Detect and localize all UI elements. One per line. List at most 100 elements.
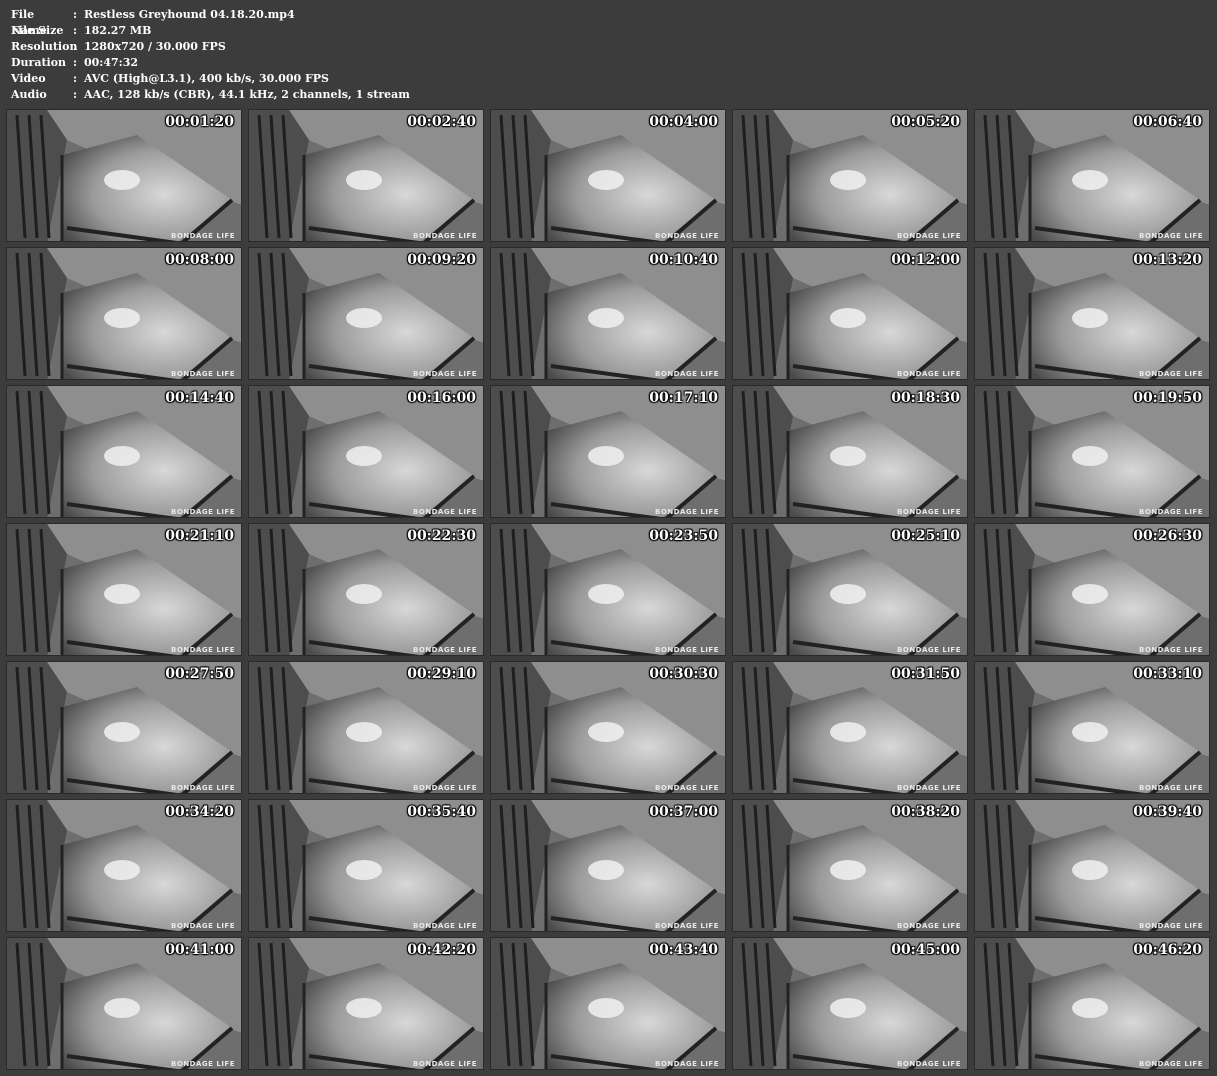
info-label: Resolution [11,40,78,53]
watermark-logo: BONDAGE LIFE [171,232,235,240]
thumbnail-frame: 00:37:00 BONDAGE LIFE [490,799,726,932]
thumbnail-timestamp: 00:26:30 [1133,528,1202,544]
thumbnail-timestamp: 00:19:50 [1133,390,1202,406]
info-label: Duration [11,56,67,69]
thumbnail-frame: 00:38:20 BONDAGE LIFE [732,799,968,932]
watermark-logo: BONDAGE LIFE [655,922,719,930]
thumbnail-frame: 00:42:20 BONDAGE LIFE [248,937,484,1070]
watermark-logo: BONDAGE LIFE [897,232,961,240]
watermark-logo: BONDAGE LIFE [1139,1060,1203,1068]
thumbnail-timestamp: 00:17:10 [649,390,718,406]
thumbnail-frame: 00:26:30 BONDAGE LIFE [974,523,1210,656]
info-value: 00:47:32 [84,56,139,69]
thumbnail-timestamp: 00:33:10 [1133,666,1202,682]
thumbnail-timestamp: 00:38:20 [891,804,960,820]
thumbnail-frame: 00:25:10 BONDAGE LIFE [732,523,968,656]
thumbnail-frame: 00:09:20 BONDAGE LIFE [248,247,484,380]
watermark-logo: BONDAGE LIFE [1139,508,1203,516]
thumbnail-frame: 00:34:20 BONDAGE LIFE [6,799,242,932]
info-separator: : [73,72,78,85]
thumbnail-frame: 00:46:20 BONDAGE LIFE [974,937,1210,1070]
thumbnail-frame: 00:13:20 BONDAGE LIFE [974,247,1210,380]
thumbnail-frame: 00:43:40 BONDAGE LIFE [490,937,726,1070]
watermark-logo: BONDAGE LIFE [1139,646,1203,654]
thumbnail-frame: 00:33:10 BONDAGE LIFE [974,661,1210,794]
info-value: 1280x720 / 30.000 FPS [84,40,226,53]
info-label: Audio [11,88,47,101]
thumbnail-frame: 00:14:40 BONDAGE LIFE [6,385,242,518]
watermark-logo: BONDAGE LIFE [655,508,719,516]
thumbnail-timestamp: 00:27:50 [165,666,234,682]
watermark-logo: BONDAGE LIFE [897,922,961,930]
watermark-logo: BONDAGE LIFE [655,646,719,654]
info-separator: : [73,56,78,69]
thumbnail-frame: 00:12:00 BONDAGE LIFE [732,247,968,380]
thumbnail-frame: 00:35:40 BONDAGE LIFE [248,799,484,932]
info-row-audio: Audio: AAC, 128 kb/s (CBR), 44.1 kHz, 2 c… [11,87,410,103]
info-separator: : [73,24,78,37]
thumbnail-timestamp: 00:45:00 [891,942,960,958]
info-value: AVC (High@L3.1), 400 kb/s, 30.000 FPS [84,72,329,85]
thumbnail-timestamp: 00:14:40 [165,390,234,406]
thumbnail-timestamp: 00:16:00 [407,390,476,406]
watermark-logo: BONDAGE LIFE [897,1060,961,1068]
watermark-logo: BONDAGE LIFE [413,784,477,792]
watermark-logo: BONDAGE LIFE [413,1060,477,1068]
watermark-logo: BONDAGE LIFE [413,646,477,654]
watermark-logo: BONDAGE LIFE [171,646,235,654]
watermark-logo: BONDAGE LIFE [655,370,719,378]
info-value: Restless Greyhound 04.18.20.mp4 [84,8,295,21]
thumbnail-frame: 00:30:30 BONDAGE LIFE [490,661,726,794]
thumbnail-frame: 00:02:40 BONDAGE LIFE [248,109,484,242]
thumbnail-timestamp: 00:34:20 [165,804,234,820]
info-label: File Size [11,24,64,37]
thumbnail-frame: 00:08:00 BONDAGE LIFE [6,247,242,380]
watermark-logo: BONDAGE LIFE [897,508,961,516]
watermark-logo: BONDAGE LIFE [655,1060,719,1068]
info-separator: : [73,8,78,21]
watermark-logo: BONDAGE LIFE [1139,370,1203,378]
thumbnail-timestamp: 00:10:40 [649,252,718,268]
thumbnail-frame: 00:16:00 BONDAGE LIFE [248,385,484,518]
thumbnail-timestamp: 00:43:40 [649,942,718,958]
file-info-panel: File Name: Restless Greyhound 04.18.20.mp… [11,7,410,103]
watermark-logo: BONDAGE LIFE [171,784,235,792]
thumbnail-timestamp: 00:30:30 [649,666,718,682]
thumbnail-frame: 00:10:40 BONDAGE LIFE [490,247,726,380]
watermark-logo: BONDAGE LIFE [1139,232,1203,240]
thumbnail-frame: 00:17:10 BONDAGE LIFE [490,385,726,518]
thumbnail-frame: 00:22:30 BONDAGE LIFE [248,523,484,656]
info-row-resolution: Resolution:1280x720 / 30.000 FPS [11,39,410,55]
info-label: File Name [11,8,47,37]
thumbnail-grid: 00:01:20 BONDAGE LIFE 00:02:40 BONDAGE LIFE… [6,109,1210,1070]
thumbnail-frame: 00:04:00 BONDAGE LIFE [490,109,726,242]
watermark-logo: BONDAGE LIFE [655,784,719,792]
watermark-logo: BONDAGE LIFE [1139,922,1203,930]
info-label: Video [11,72,46,85]
watermark-logo: BONDAGE LIFE [171,922,235,930]
watermark-logo: BONDAGE LIFE [1139,784,1203,792]
watermark-logo: BONDAGE LIFE [171,370,235,378]
thumbnail-timestamp: 00:39:40 [1133,804,1202,820]
info-value: 182.27 MB [84,24,152,37]
watermark-logo: BONDAGE LIFE [655,232,719,240]
info-row-duration: Duration:00:47:32 [11,55,410,71]
thumbnail-timestamp: 00:35:40 [407,804,476,820]
thumbnail-timestamp: 00:23:50 [649,528,718,544]
thumbnail-timestamp: 00:13:20 [1133,252,1202,268]
thumbnail-timestamp: 00:21:10 [165,528,234,544]
thumbnail-frame: 00:19:50 BONDAGE LIFE [974,385,1210,518]
watermark-logo: BONDAGE LIFE [897,784,961,792]
thumbnail-timestamp: 00:01:20 [165,114,234,130]
watermark-logo: BONDAGE LIFE [171,508,235,516]
thumbnail-frame: 00:31:50 BONDAGE LIFE [732,661,968,794]
thumbnail-timestamp: 00:08:00 [165,252,234,268]
watermark-logo: BONDAGE LIFE [171,1060,235,1068]
thumbnail-timestamp: 00:18:30 [891,390,960,406]
thumbnail-timestamp: 00:31:50 [891,666,960,682]
thumbnail-timestamp: 00:42:20 [407,942,476,958]
thumbnail-frame: 00:05:20 BONDAGE LIFE [732,109,968,242]
thumbnail-frame: 00:06:40 BONDAGE LIFE [974,109,1210,242]
info-row-file-name: File Name: Restless Greyhound 04.18.20.mp… [11,7,410,37]
thumbnail-timestamp: 00:06:40 [1133,114,1202,130]
